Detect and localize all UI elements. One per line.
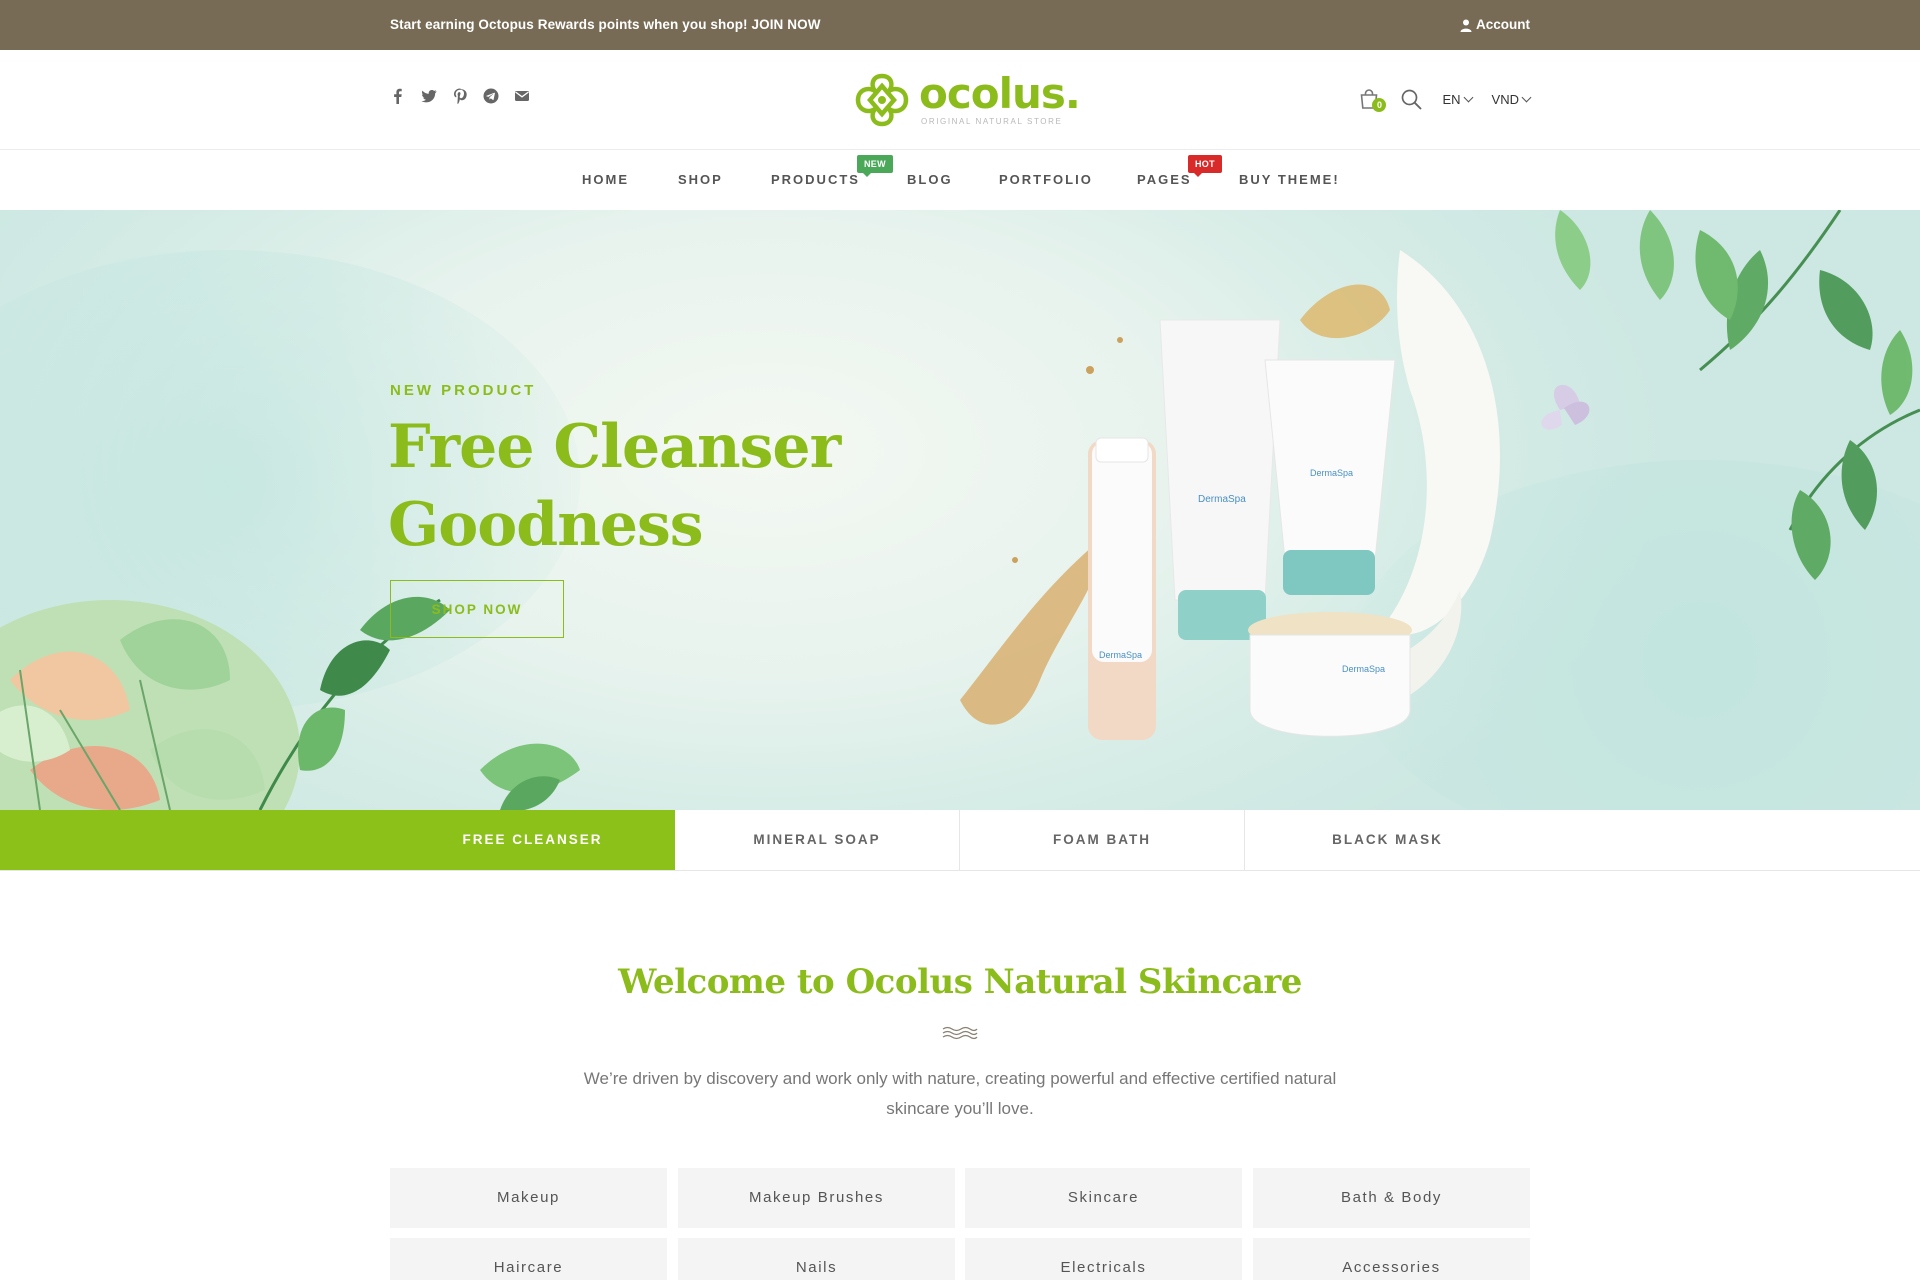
tab-free-cleanser[interactable]: FREE CLEANSER bbox=[0, 810, 675, 870]
category-nails[interactable]: Nails bbox=[678, 1238, 955, 1280]
nav-item-pages[interactable]: PAGES HOT bbox=[1137, 150, 1222, 210]
nav-item-shop[interactable]: SHOP bbox=[678, 150, 723, 210]
nav-label: HOME bbox=[582, 172, 629, 187]
new-badge: NEW bbox=[857, 155, 893, 177]
tube-brand: DermaSpa bbox=[1310, 468, 1353, 478]
nav-item-buy-theme[interactable]: BUY THEME! bbox=[1239, 150, 1340, 210]
hero-title-line1: Free Cleanser bbox=[388, 412, 841, 482]
category-bath-body[interactable]: Bath & Body bbox=[1253, 1168, 1530, 1228]
currency-selector[interactable]: VND bbox=[1491, 91, 1532, 107]
logo-tagline: ORIGINAL NATURAL STORE bbox=[921, 117, 1063, 126]
promo-topbar: Start earning Octopus Rewards points whe… bbox=[0, 0, 1920, 50]
twitter-icon[interactable] bbox=[421, 88, 437, 104]
cream-tube bbox=[1159, 319, 1281, 640]
toner-bottle bbox=[1088, 437, 1156, 740]
nav-item-products[interactable]: PRODUCTS NEW bbox=[771, 150, 893, 210]
jar-brand: DermaSpa bbox=[1342, 664, 1385, 674]
search-icon[interactable] bbox=[1400, 88, 1422, 110]
nav-label: PORTFOLIO bbox=[999, 172, 1093, 187]
account-link[interactable]: Account bbox=[1460, 0, 1530, 50]
user-icon bbox=[1460, 19, 1472, 32]
logo-knot-icon bbox=[855, 73, 909, 127]
hero-slider: DermaSpa DermaSpa DermaSpa DermaSpa NEW … bbox=[0, 210, 1920, 810]
pinterest-icon[interactable] bbox=[452, 88, 468, 104]
header-tools: 0 EN VND bbox=[1358, 88, 1532, 112]
nav-label: BUY THEME! bbox=[1239, 172, 1340, 187]
welcome-title: Welcome to Ocolus Natural Skincare bbox=[618, 962, 1302, 1002]
category-electricals[interactable]: Electricals bbox=[965, 1238, 1242, 1280]
cart-button[interactable]: 0 bbox=[1358, 88, 1387, 112]
slider-tabs: FREE CLEANSER MINERAL SOAP FOAM BATH BLA… bbox=[0, 810, 1920, 871]
bottle-brand: DermaSpa bbox=[1099, 650, 1142, 660]
chevron-down-icon bbox=[1521, 92, 1532, 102]
tab-label: BLACK MASK bbox=[1332, 832, 1443, 847]
tab-label: FREE CLEANSER bbox=[462, 832, 603, 847]
tube-brand: DermaSpa bbox=[1198, 494, 1246, 505]
site-header: ocolus. ORIGINAL NATURAL STORE 0 EN VND bbox=[0, 50, 1920, 150]
site-logo[interactable]: ocolus. ORIGINAL NATURAL STORE bbox=[853, 69, 1081, 128]
category-makeup-brushes[interactable]: Makeup Brushes bbox=[678, 1168, 955, 1228]
nav-label: BLOG bbox=[907, 172, 953, 187]
tab-label: MINERAL SOAP bbox=[753, 832, 881, 847]
account-label: Account bbox=[1476, 17, 1530, 32]
welcome-text: We’re driven by discovery and work only … bbox=[583, 1069, 1337, 1118]
category-haircare[interactable]: Haircare bbox=[390, 1238, 667, 1280]
category-makeup[interactable]: Makeup bbox=[390, 1168, 667, 1228]
promo-text[interactable]: Start earning Octopus Rewards points whe… bbox=[390, 0, 821, 50]
butterfly-illustration bbox=[1541, 384, 1590, 430]
shop-now-button[interactable]: SHOP NOW bbox=[390, 580, 564, 638]
language-selector[interactable]: EN bbox=[1442, 91, 1473, 107]
leaf-branch-top-right bbox=[1555, 210, 1920, 580]
hero-title-line2: Goodness bbox=[388, 490, 704, 560]
nav-label: SHOP bbox=[678, 172, 723, 187]
tab-foam-bath[interactable]: FOAM BATH bbox=[960, 810, 1245, 870]
language-value: EN bbox=[1442, 91, 1461, 107]
tab-mineral-soap[interactable]: MINERAL SOAP bbox=[675, 810, 960, 870]
logo-wordmark: ocolus. bbox=[919, 69, 1081, 118]
nav-item-portfolio[interactable]: PORTFOLIO bbox=[999, 150, 1093, 210]
email-icon[interactable] bbox=[514, 88, 530, 104]
hot-badge: HOT bbox=[1188, 155, 1222, 177]
hero-title: Free Cleanser Goodness bbox=[388, 408, 988, 564]
artichoke-illustration bbox=[0, 600, 300, 810]
cream-jar bbox=[1248, 612, 1412, 737]
nav-label: PRODUCTS bbox=[771, 172, 860, 187]
telegram-icon[interactable] bbox=[483, 88, 499, 104]
nav-label: PAGES bbox=[1137, 172, 1192, 187]
main-nav: HOME SHOP PRODUCTS NEW BLOG PORTFOLIO PA… bbox=[0, 150, 1920, 210]
nav-item-home[interactable]: HOME bbox=[582, 150, 629, 210]
category-skincare[interactable]: Skincare bbox=[965, 1168, 1242, 1228]
cart-count-badge: 0 bbox=[1372, 98, 1387, 112]
wave-divider-icon bbox=[942, 1026, 978, 1040]
hero-eyebrow: NEW PRODUCT bbox=[390, 382, 537, 399]
social-links bbox=[390, 88, 530, 104]
tab-label: FOAM BATH bbox=[1053, 832, 1151, 847]
chevron-down-icon bbox=[1463, 92, 1473, 102]
currency-value: VND bbox=[1491, 91, 1519, 107]
nav-item-blog[interactable]: BLOG bbox=[907, 150, 953, 210]
facebook-icon[interactable] bbox=[390, 88, 406, 104]
tab-black-mask[interactable]: BLACK MASK bbox=[1245, 810, 1530, 870]
category-accessories[interactable]: Accessories bbox=[1253, 1238, 1530, 1280]
